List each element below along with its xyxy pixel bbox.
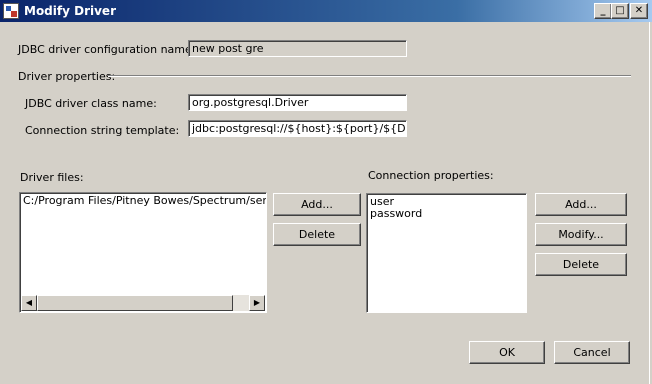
driver-files-scrollbar[interactable]: ◀ ▶: [21, 295, 265, 311]
scroll-thumb[interactable]: [37, 295, 233, 311]
list-item[interactable]: C:/Program Files/Pitney Bowes/Spectrum/s…: [20, 195, 266, 207]
config-name-label: JDBC driver configuration name:: [18, 43, 196, 56]
separator: [108, 75, 631, 77]
connection-properties-list[interactable]: user password: [366, 193, 527, 313]
title-bar[interactable]: Modify Driver _ □ ✕: [0, 0, 652, 22]
maximize-button[interactable]: □: [611, 3, 629, 19]
arrow-left-icon: ◀: [25, 298, 33, 307]
driver-properties-heading: Driver properties:: [18, 70, 116, 83]
class-name-label: JDBC driver class name:: [25, 97, 157, 110]
conn-props-delete-button[interactable]: Delete: [535, 253, 627, 276]
driver-files-delete-button[interactable]: Delete: [273, 223, 361, 246]
config-name-field[interactable]: new post gre: [188, 40, 407, 57]
conn-props-add-button[interactable]: Add...: [535, 193, 627, 216]
app-icon: [3, 3, 19, 19]
scroll-right-button[interactable]: ▶: [249, 295, 265, 311]
conn-template-input[interactable]: jdbc:postgresql://${host}:${port}/${DBin…: [188, 120, 407, 137]
ok-button[interactable]: OK: [469, 341, 545, 364]
minimize-button[interactable]: _: [594, 3, 612, 19]
conn-template-label: Connection string template:: [25, 124, 180, 137]
driver-files-label: Driver files:: [20, 171, 84, 184]
window-title: Modify Driver: [24, 4, 116, 18]
cancel-button[interactable]: Cancel: [554, 341, 630, 364]
close-button[interactable]: ✕: [630, 3, 648, 19]
arrow-right-icon: ▶: [253, 298, 261, 307]
connection-properties-label: Connection properties:: [368, 169, 494, 182]
list-item[interactable]: password: [367, 208, 526, 220]
scroll-left-button[interactable]: ◀: [21, 295, 37, 311]
driver-files-add-button[interactable]: Add...: [273, 193, 361, 216]
conn-props-modify-button[interactable]: Modify...: [535, 223, 627, 246]
class-name-input[interactable]: org.postgresql.Driver: [188, 94, 407, 111]
